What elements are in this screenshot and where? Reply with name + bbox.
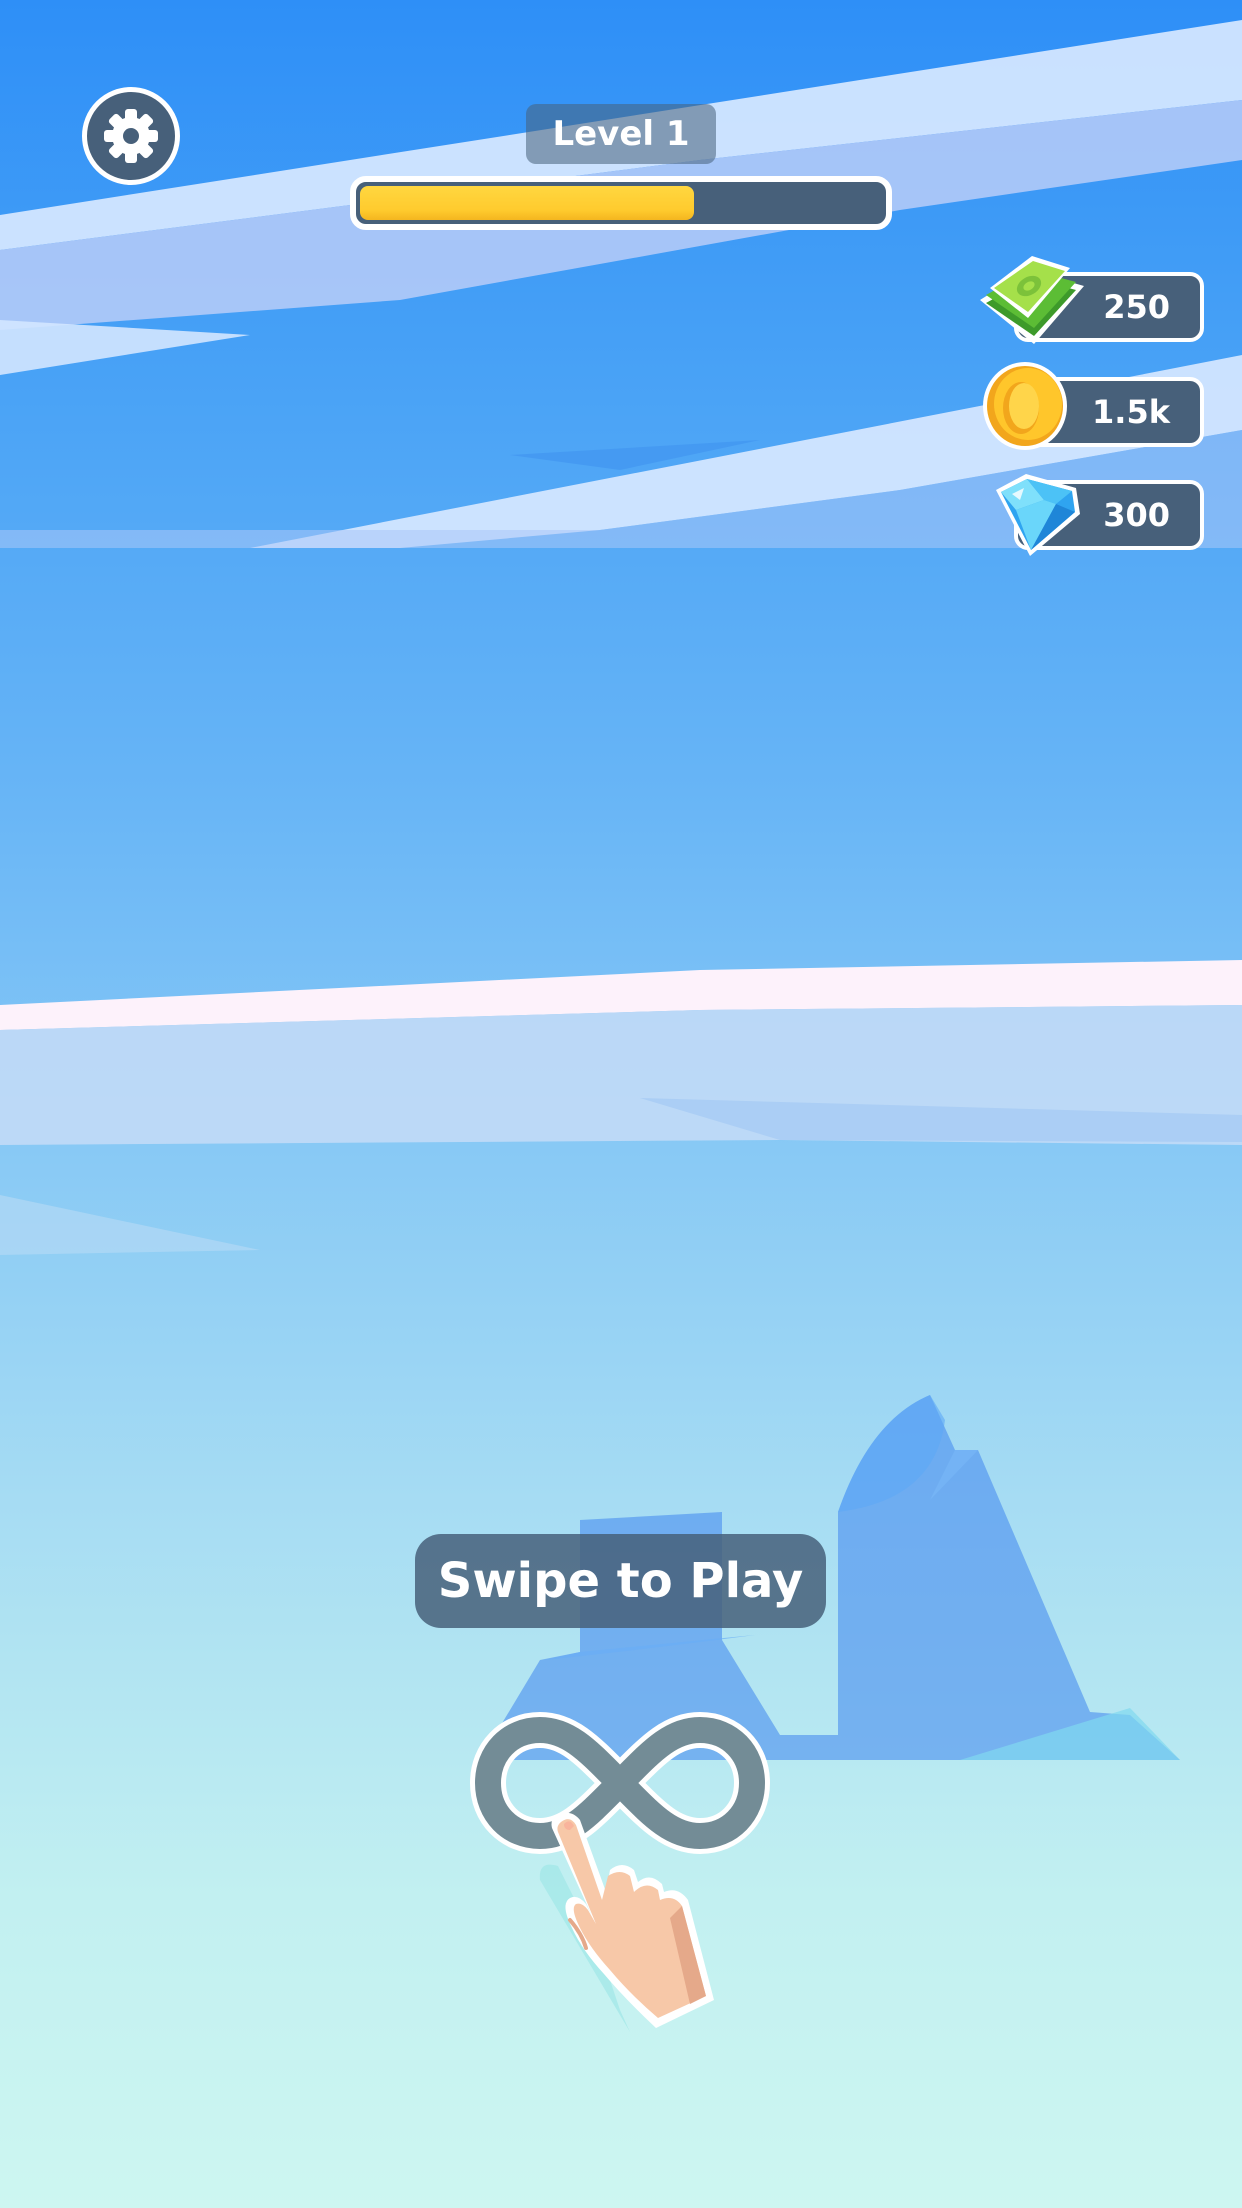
settings-button[interactable] <box>82 87 180 185</box>
coin-amount: 1.5k <box>1092 393 1170 431</box>
level-progress-bar <box>350 176 892 230</box>
level-label: Level 1 <box>526 104 716 164</box>
cash-amount: 250 <box>1103 288 1170 326</box>
gem-amount: 300 <box>1103 496 1170 534</box>
cloud-band <box>0 320 250 375</box>
cloud-band <box>0 1195 260 1255</box>
swipe-to-play-prompt: Swipe to Play <box>415 1534 826 1628</box>
pointing-hand-icon <box>539 1812 714 2032</box>
cash-stack-icon <box>980 256 1084 344</box>
level-progress-fill <box>360 186 694 220</box>
gear-icon <box>104 109 158 163</box>
blue-diamond-icon <box>996 474 1080 556</box>
game-scene[interactable]: Level 1 250 1.5k 300 Swipe to Play <box>0 0 1242 2208</box>
gold-coin-icon <box>983 362 1067 450</box>
